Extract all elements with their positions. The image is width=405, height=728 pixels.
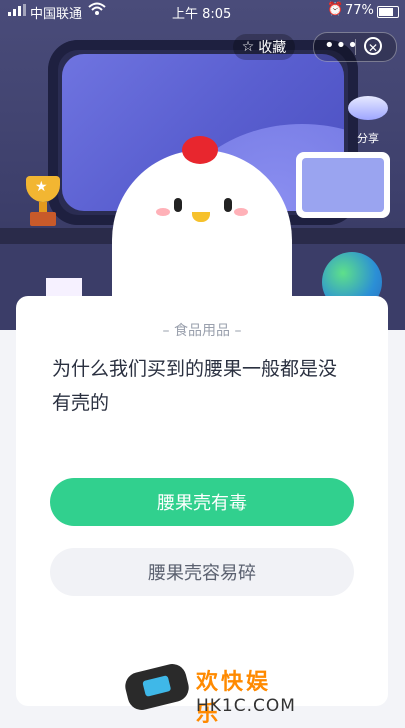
battery-icon	[377, 6, 399, 18]
signal-icon	[8, 4, 26, 20]
question-text: 为什么我们买到的腰果一般都是没有壳的	[52, 358, 338, 414]
favorite-label: 收藏	[258, 40, 287, 56]
close-icon[interactable]: ✕	[364, 37, 382, 55]
battery-percent: 77%	[345, 3, 374, 18]
wifi-icon	[88, 2, 106, 20]
game-controller-icon	[122, 661, 192, 713]
watermark-site: HK1C.COM	[196, 696, 296, 716]
share-button[interactable]: 分享	[346, 96, 390, 152]
favorite-button[interactable]: ☆ 收藏	[233, 34, 295, 60]
capsule-menu[interactable]: ••• ✕	[313, 32, 397, 62]
carrier-label: 中国联通	[30, 7, 83, 22]
clock-time: 上午 8:05	[172, 7, 232, 22]
site-watermark: 欢快娱乐 HK1C.COM	[122, 661, 295, 727]
alarm-icon: ⏰	[327, 2, 344, 17]
capsule-divider	[355, 39, 356, 55]
question-category: – 食品用品 –	[162, 323, 242, 339]
more-icon[interactable]: •••	[324, 35, 359, 56]
trophy-icon: ★	[22, 176, 64, 226]
share-label: 分享	[357, 132, 379, 145]
answer-option-2[interactable]: 腰果壳容易碎	[50, 548, 354, 596]
status-bar: 中国联通 上午 8:05 ⏰ 77%	[0, 0, 405, 24]
answer-option-1[interactable]: 腰果壳有毒	[50, 478, 354, 526]
monitor-illustration	[296, 152, 390, 218]
ufo-share-icon	[348, 96, 388, 120]
question-card: – 食品用品 – 为什么我们买到的腰果一般都是没有壳的 腰果壳有毒 腰果壳容易碎	[16, 296, 388, 706]
star-outline-icon: ☆	[241, 39, 255, 55]
